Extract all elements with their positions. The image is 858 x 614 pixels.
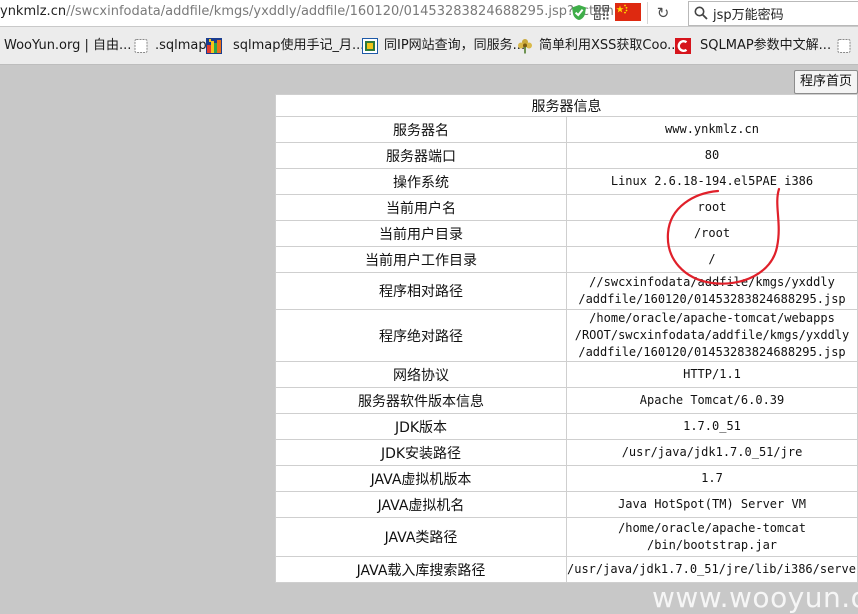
table-title-row: 服务器信息 — [275, 94, 858, 117]
value-line: /bin/bootstrap.jar — [646, 538, 778, 552]
row-value: 80 — [566, 142, 858, 169]
row-value: HTTP/1.1 — [566, 361, 858, 388]
table-row: JAVA类路径 /home/oracle/apache-tomcat /bin/… — [275, 517, 858, 557]
url-path: //swcxinfodata/addfile/kmgs/yxddly/addfi… — [66, 4, 625, 19]
value-line: /usr/java/jdk1.7.0_51/jre/lib/i386/serve… — [567, 562, 857, 576]
row-key: 当前用户目录 — [275, 220, 567, 247]
value-line: /addfile/160120/01453283824688295.jsp — [578, 345, 846, 359]
row-value: www.ynkmlz.cn — [566, 116, 858, 143]
row-value: /home/oracle/apache-tomcat /bin/bootstra… — [566, 517, 858, 557]
server-info-table: 服务器信息 服务器名 www.ynkmlz.cn 服务器端口 80 操作系统 L… — [275, 94, 858, 583]
value-line: 1.7 — [701, 471, 723, 485]
row-key: JAVA虚拟机版本 — [275, 465, 567, 492]
url-domain: ynkmlz.cn — [0, 4, 67, 19]
row-key: 操作系统 — [275, 168, 567, 195]
row-value: /usr/java/jdk1.7.0_51/jre — [566, 439, 858, 466]
colorful-tile-icon — [206, 38, 222, 54]
bookmark-label: 同IP网站查询，同服务... — [384, 38, 526, 53]
security-shield-icon[interactable] — [571, 4, 587, 21]
row-key: 程序绝对路径 — [275, 309, 567, 362]
search-input[interactable]: jsp万能密码 — [713, 4, 784, 23]
red-annotation-circle — [666, 187, 781, 285]
ip-site-icon — [362, 38, 378, 54]
bookmarks-bar: WooYun.org | 自由... .sqlmap sqlmap使用手记_月.… — [0, 27, 858, 65]
table-row: JAVA虚拟机版本 1.7 — [275, 465, 858, 492]
row-value: Java HotSpot(TM) Server VM — [566, 491, 858, 518]
table-row: JAVA虚拟机名 Java HotSpot(TM) Server VM — [275, 491, 858, 518]
bookmark-label: WooYun.org | 自由... — [4, 38, 132, 53]
table-row: 网络协议 HTTP/1.1 — [275, 361, 858, 388]
row-key: 服务器端口 — [275, 142, 567, 169]
bookmark-label: .sqlmap — [155, 38, 207, 53]
page-outline-icon — [837, 39, 851, 53]
row-value: Apache Tomcat/6.0.39 — [566, 387, 858, 414]
search-icon — [694, 6, 708, 20]
bookmark-label: sqlmap使用手记_月... — [233, 38, 365, 53]
bookmark-label: SQLMAP参数中文解... — [700, 38, 832, 53]
flower-icon — [518, 39, 532, 54]
qr-code-icon[interactable] — [594, 5, 609, 20]
row-key: 服务器名 — [275, 116, 567, 143]
table-row: 服务器名 www.ynkmlz.cn — [275, 116, 858, 143]
value-line: /usr/java/jdk1.7.0_51/jre — [621, 445, 803, 459]
table-row: JAVA载入库搜索路径 /usr/java/jdk1.7.0_51/jre/li… — [275, 556, 858, 583]
value-line: 80 — [704, 148, 720, 162]
row-key: 程序相对路径 — [275, 272, 567, 310]
row-key: 网络协议 — [275, 361, 567, 388]
row-key: JAVA类路径 — [275, 517, 567, 557]
value-line: Apache Tomcat/6.0.39 — [639, 393, 785, 407]
table-row: JDK安装路径 /usr/java/jdk1.7.0_51/jre — [275, 439, 858, 466]
bookmark-label: 简单利用XSS获取Coo... — [539, 38, 680, 53]
watermark: www.wooyun.org — [652, 581, 858, 614]
value-line: 1.7.0_51 — [683, 419, 741, 433]
red-c-icon — [675, 38, 691, 54]
row-key: JAVA虚拟机名 — [275, 491, 567, 518]
value-line: /home/oracle/apache-tomcat — [618, 521, 806, 535]
row-key: 当前用户名 — [275, 194, 567, 221]
table-row: JDK版本 1.7.0_51 — [275, 413, 858, 440]
table-row: 服务器软件版本信息 Apache Tomcat/6.0.39 — [275, 387, 858, 414]
row-value: 1.7.0_51 — [566, 413, 858, 440]
table-title: 服务器信息 — [275, 94, 858, 117]
row-key: JAVA载入库搜索路径 — [275, 556, 567, 583]
value-line: HTTP/1.1 — [683, 367, 741, 381]
table-row: 服务器端口 80 — [275, 142, 858, 169]
value-line: www.ynkmlz.cn — [665, 122, 759, 136]
page-content: 程序首页 服务器信息 服务器名 www.ynkmlz.cn 服务器端口 80 操… — [0, 65, 858, 614]
page-outline-icon — [134, 39, 148, 53]
home-button[interactable]: 程序首页 — [794, 70, 858, 94]
china-flag-icon[interactable] — [615, 3, 641, 21]
row-key: JDK版本 — [275, 413, 567, 440]
row-key: 服务器软件版本信息 — [275, 387, 567, 414]
toolbar-divider — [647, 2, 648, 24]
row-key: JDK安装路径 — [275, 439, 567, 466]
row-key: 当前用户工作目录 — [275, 246, 567, 273]
row-value: 1.7 — [566, 465, 858, 492]
reload-icon[interactable]: ↻ — [653, 3, 673, 23]
address-bar: ynkmlz.cn//swcxinfodata/addfile/kmgs/yxd… — [0, 0, 858, 27]
row-value: /usr/java/jdk1.7.0_51/jre/lib/i386/serve… — [566, 556, 858, 583]
value-line: Java HotSpot(TM) Server VM — [618, 497, 806, 511]
url-field[interactable]: ynkmlz.cn//swcxinfodata/addfile/kmgs/yxd… — [0, 4, 625, 19]
search-box[interactable]: jsp万能密码 — [688, 1, 858, 26]
